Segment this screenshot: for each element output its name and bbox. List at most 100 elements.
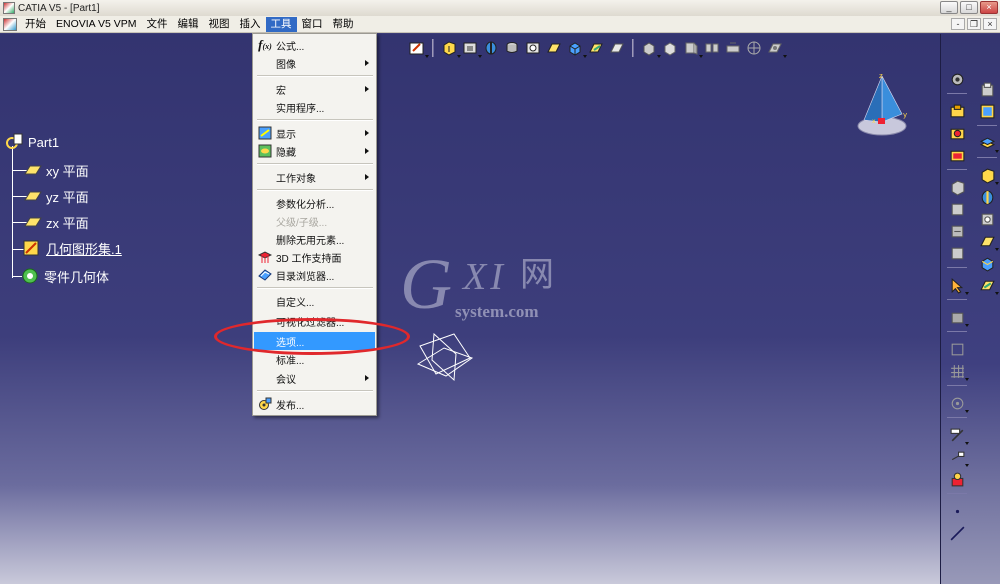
catia-app-icon <box>3 2 15 14</box>
menu-item-publish[interactable]: 发布... <box>254 395 375 413</box>
measure-icon[interactable] <box>766 39 787 58</box>
pad-icon[interactable] <box>440 39 461 58</box>
operation-icon[interactable] <box>947 307 969 327</box>
revolve-icon[interactable] <box>947 123 967 143</box>
toolbar-separator <box>947 169 967 173</box>
flag-note-icon[interactable] <box>947 447 969 467</box>
compass-z-label: z <box>879 72 883 80</box>
doc-close-button[interactable]: × <box>983 18 997 30</box>
assemble-icon[interactable] <box>661 39 679 57</box>
tree-node-xy-plane[interactable]: xy 平面 <box>24 160 89 180</box>
menu-start[interactable]: 开始 <box>20 17 51 32</box>
scale-icon[interactable] <box>724 39 742 57</box>
grid-icon[interactable] <box>947 361 969 381</box>
sketch-feature-icon[interactable] <box>947 177 967 197</box>
toolbar-separator <box>432 39 434 57</box>
line-icon[interactable] <box>947 523 967 543</box>
toolbar-separator <box>947 299 967 303</box>
chamfer-icon[interactable] <box>566 39 587 58</box>
menu-window[interactable]: 窗口 <box>297 17 328 32</box>
work-support-icon <box>256 248 274 266</box>
menu-separator <box>257 75 373 77</box>
toolbar-separator <box>977 125 997 129</box>
annotation-text-icon[interactable] <box>947 425 969 445</box>
menu-item-formula[interactable]: f(x) 公式... <box>254 36 375 54</box>
plane-icon <box>24 217 42 227</box>
settings-gear-icon[interactable] <box>947 69 967 89</box>
groove-icon[interactable] <box>977 187 997 207</box>
fillet-icon[interactable] <box>545 39 563 57</box>
sketch-icon[interactable] <box>408 39 429 58</box>
tree-node-zx-plane[interactable]: zx 平面 <box>24 212 89 232</box>
transformation-icon[interactable] <box>947 339 967 359</box>
shaft-icon[interactable] <box>482 39 500 57</box>
plane-icon <box>24 165 42 175</box>
pad-right-icon[interactable] <box>977 165 999 185</box>
surface-icon[interactable] <box>977 133 999 153</box>
submenu-arrow-icon <box>365 130 369 136</box>
sweep-icon[interactable] <box>947 145 967 165</box>
shell-icon[interactable] <box>608 39 626 57</box>
boolean-icon[interactable] <box>640 39 661 58</box>
origin-planes-icon[interactable] <box>414 328 476 384</box>
toolbar-separator <box>947 493 967 497</box>
submenu-arrow-icon <box>365 60 369 66</box>
maximize-button[interactable]: □ <box>960 1 978 14</box>
menu-item-utility[interactable]: 实用程序... <box>254 98 375 116</box>
pocket-icon[interactable] <box>461 39 482 58</box>
tree-node-part-body[interactable]: 零件几何体 <box>20 266 109 286</box>
menu-item-parents-children[interactable]: 父级/子级... <box>254 212 375 230</box>
menu-item-image[interactable]: 图像 <box>254 54 375 72</box>
tree-node-geometric-set[interactable]: 几何图形集.1 <box>22 238 122 258</box>
menu-item-hide[interactable]: 隐藏 <box>254 142 375 160</box>
profile-icon[interactable] <box>947 243 967 263</box>
compass-icon[interactable]: z y x <box>852 70 912 138</box>
doc-restore-button[interactable]: ❐ <box>967 18 981 30</box>
point-icon[interactable] <box>947 501 967 521</box>
constraint-icon[interactable] <box>947 221 967 241</box>
submenu-arrow-icon <box>365 148 369 154</box>
position-icon[interactable] <box>947 199 967 219</box>
rib-icon[interactable] <box>524 39 542 57</box>
doc-minimize-button[interactable]: - <box>951 18 965 30</box>
thickness-icon[interactable] <box>977 209 997 229</box>
tree-node-part1[interactable]: Part1 <box>4 132 59 152</box>
menu-tools[interactable]: 工具 <box>265 16 297 32</box>
close-button[interactable]: × <box>980 1 998 14</box>
3d-annotation-icon[interactable] <box>947 469 967 489</box>
axis-system-icon[interactable] <box>745 39 763 57</box>
draft-icon[interactable] <box>587 39 605 57</box>
menu-item-delete-useless[interactable]: 删除无用元素... <box>254 230 375 248</box>
document-icon[interactable] <box>3 17 17 31</box>
menu-edit[interactable]: 编辑 <box>173 17 204 32</box>
menu-item-customize[interactable]: 自定义... <box>254 292 375 310</box>
hole-icon[interactable] <box>503 39 521 57</box>
menu-item-parameterization-analysis[interactable]: 参数化分析... <box>254 194 375 212</box>
boolean-remove-icon[interactable] <box>977 79 997 99</box>
tree-node-yz-plane[interactable]: yz 平面 <box>24 186 89 206</box>
draft-angle-icon[interactable] <box>977 275 999 295</box>
edge-fillet-icon[interactable] <box>977 231 999 251</box>
menu-item-3d-work-support[interactable]: 3D 工作支持面 <box>254 248 375 266</box>
toolbar-separator <box>947 385 967 389</box>
menu-file[interactable]: 文件 <box>142 17 173 32</box>
menu-item-catalog-browser[interactable]: 目录浏览器... <box>254 266 375 284</box>
mirror-icon[interactable] <box>682 39 703 58</box>
menu-help[interactable]: 帮助 <box>328 17 359 32</box>
menu-insert[interactable]: 插入 <box>235 17 266 32</box>
menu-item-work-object[interactable]: 工作对象 <box>254 168 375 186</box>
menu-item-conference[interactable]: 会议 <box>254 369 375 387</box>
sketch-plane-icon[interactable] <box>977 101 997 121</box>
pattern-icon[interactable] <box>703 39 721 57</box>
menu-enovia[interactable]: ENOVIA V5 VPM <box>51 17 142 32</box>
menu-item-show[interactable]: 显示 <box>254 124 375 142</box>
menu-view[interactable]: 视图 <box>204 17 235 32</box>
select-arrow-icon[interactable] <box>947 275 969 295</box>
window-title: CATIA V5 - [Part1] <box>18 2 100 14</box>
snap-icon[interactable] <box>947 393 969 413</box>
menu-item-macro[interactable]: 宏 <box>254 80 375 98</box>
right-toolbar <box>940 34 1000 584</box>
pad-feature-icon[interactable] <box>947 101 967 121</box>
solid-block-icon[interactable] <box>977 253 997 273</box>
minimize-button[interactable]: _ <box>940 1 958 14</box>
